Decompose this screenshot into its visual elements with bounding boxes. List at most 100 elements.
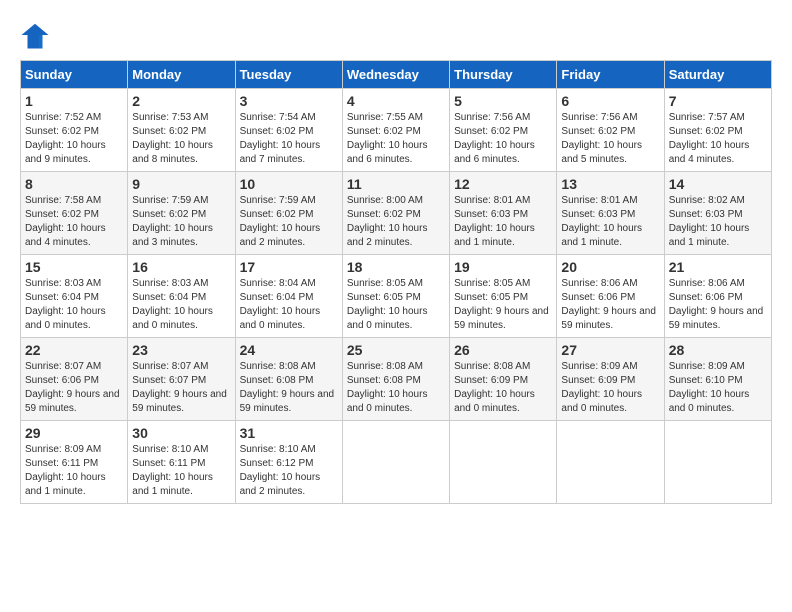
day-info: Sunrise: 7:56 AMSunset: 6:02 PMDaylight:… bbox=[454, 111, 552, 167]
day-number: 22 bbox=[25, 342, 123, 358]
day-cell-20: 20Sunrise: 8:06 AMSunset: 6:06 PMDayligh… bbox=[557, 255, 664, 338]
day-number: 11 bbox=[347, 176, 445, 192]
day-cell-16: 16Sunrise: 8:03 AMSunset: 6:04 PMDayligh… bbox=[128, 255, 235, 338]
day-number: 7 bbox=[669, 93, 767, 109]
day-info: Sunrise: 8:08 AMSunset: 6:08 PMDaylight:… bbox=[240, 360, 338, 416]
day-info: Sunrise: 8:09 AMSunset: 6:11 PMDaylight:… bbox=[25, 443, 123, 499]
day-info: Sunrise: 8:01 AMSunset: 6:03 PMDaylight:… bbox=[561, 194, 659, 250]
calendar-table: SundayMondayTuesdayWednesdayThursdayFrid… bbox=[20, 60, 772, 504]
day-info: Sunrise: 7:58 AMSunset: 6:02 PMDaylight:… bbox=[25, 194, 123, 250]
day-number: 26 bbox=[454, 342, 552, 358]
day-number: 9 bbox=[132, 176, 230, 192]
empty-cell bbox=[557, 421, 664, 504]
day-cell-15: 15 Sunrise: 8:03 AMSunset: 6:04 PMDayligh… bbox=[21, 255, 128, 338]
logo bbox=[20, 20, 54, 50]
day-info: Sunrise: 8:03 AMSunset: 6:04 PMDaylight:… bbox=[25, 277, 123, 333]
day-cell-17: 17 Sunrise: 8:04 AMSunset: 6:04 PMDayligh… bbox=[235, 255, 342, 338]
day-cell-28: 28Sunrise: 8:09 AMSunset: 6:10 PMDayligh… bbox=[664, 338, 771, 421]
day-info: Sunrise: 8:07 AMSunset: 6:07 PMDaylight:… bbox=[132, 360, 230, 416]
empty-cell bbox=[664, 421, 771, 504]
day-cell-5: 5 Sunrise: 7:56 AMSunset: 6:02 PMDaylight… bbox=[450, 89, 557, 172]
weekday-saturday: Saturday bbox=[664, 61, 771, 89]
day-cell-21: 21 Sunrise: 8:06 AMSunset: 6:06 PMDayligh… bbox=[664, 255, 771, 338]
day-cell-10: 10 Sunrise: 7:59 AMSunset: 6:02 PMDayligh… bbox=[235, 172, 342, 255]
logo-icon bbox=[20, 20, 50, 50]
day-cell-7: 7 Sunrise: 7:57 AMSunset: 6:02 PMDaylight… bbox=[664, 89, 771, 172]
day-info: Sunrise: 7:55 AMSunset: 6:02 PMDaylight:… bbox=[347, 111, 445, 167]
empty-cell bbox=[342, 421, 449, 504]
day-number: 4 bbox=[347, 93, 445, 109]
day-number: 31 bbox=[240, 425, 338, 441]
day-cell-23: 23 Sunrise: 8:07 AMSunset: 6:07 PMDayligh… bbox=[128, 338, 235, 421]
day-number: 21 bbox=[669, 259, 767, 275]
day-cell-1: 1 Sunrise: 7:52 AMSunset: 6:02 PMDaylight… bbox=[21, 89, 128, 172]
day-cell-25: 25 Sunrise: 8:08 AMSunset: 6:08 PMDayligh… bbox=[342, 338, 449, 421]
weekday-header-row: SundayMondayTuesdayWednesdayThursdayFrid… bbox=[21, 61, 772, 89]
day-cell-24: 24 Sunrise: 8:08 AMSunset: 6:08 PMDayligh… bbox=[235, 338, 342, 421]
day-info: Sunrise: 7:53 AMSunset: 6:02 PMDaylight:… bbox=[132, 111, 230, 167]
day-cell-11: 11 Sunrise: 8:00 AMSunset: 6:02 PMDayligh… bbox=[342, 172, 449, 255]
empty-cell bbox=[450, 421, 557, 504]
day-cell-4: 4 Sunrise: 7:55 AMSunset: 6:02 PMDaylight… bbox=[342, 89, 449, 172]
day-cell-9: 9 Sunrise: 7:59 AMSunset: 6:02 PMDaylight… bbox=[128, 172, 235, 255]
day-info: Sunrise: 7:57 AMSunset: 6:02 PMDaylight:… bbox=[669, 111, 767, 167]
day-info: Sunrise: 8:10 AMSunset: 6:12 PMDaylight:… bbox=[240, 443, 338, 499]
day-number: 30 bbox=[132, 425, 230, 441]
day-info: Sunrise: 8:07 AMSunset: 6:06 PMDaylight:… bbox=[25, 360, 123, 416]
day-info: Sunrise: 8:06 AMSunset: 6:06 PMDaylight:… bbox=[561, 277, 659, 333]
day-number: 14 bbox=[669, 176, 767, 192]
day-cell-3: 3Sunrise: 7:54 AMSunset: 6:02 PMDaylight… bbox=[235, 89, 342, 172]
day-info: Sunrise: 8:09 AMSunset: 6:10 PMDaylight:… bbox=[669, 360, 767, 416]
weekday-tuesday: Tuesday bbox=[235, 61, 342, 89]
day-info: Sunrise: 8:05 AMSunset: 6:05 PMDaylight:… bbox=[454, 277, 552, 333]
day-cell-29: 29Sunrise: 8:09 AMSunset: 6:11 PMDayligh… bbox=[21, 421, 128, 504]
weekday-sunday: Sunday bbox=[21, 61, 128, 89]
day-info: Sunrise: 8:00 AMSunset: 6:02 PMDaylight:… bbox=[347, 194, 445, 250]
day-cell-2: 2 Sunrise: 7:53 AMSunset: 6:02 PMDaylight… bbox=[128, 89, 235, 172]
weekday-thursday: Thursday bbox=[450, 61, 557, 89]
day-number: 25 bbox=[347, 342, 445, 358]
day-cell-13: 13 Sunrise: 8:01 AMSunset: 6:03 PMDayligh… bbox=[557, 172, 664, 255]
day-info: Sunrise: 8:06 AMSunset: 6:06 PMDaylight:… bbox=[669, 277, 767, 333]
week-row-2: 8Sunrise: 7:58 AMSunset: 6:02 PMDaylight… bbox=[21, 172, 772, 255]
day-number: 10 bbox=[240, 176, 338, 192]
day-info: Sunrise: 7:56 AMSunset: 6:02 PMDaylight:… bbox=[561, 111, 659, 167]
day-info: Sunrise: 8:10 AMSunset: 6:11 PMDaylight:… bbox=[132, 443, 230, 499]
day-number: 19 bbox=[454, 259, 552, 275]
day-info: Sunrise: 8:02 AMSunset: 6:03 PMDaylight:… bbox=[669, 194, 767, 250]
day-number: 13 bbox=[561, 176, 659, 192]
week-row-1: 1 Sunrise: 7:52 AMSunset: 6:02 PMDaylight… bbox=[21, 89, 772, 172]
day-cell-8: 8Sunrise: 7:58 AMSunset: 6:02 PMDaylight… bbox=[21, 172, 128, 255]
day-cell-18: 18 Sunrise: 8:05 AMSunset: 6:05 PMDayligh… bbox=[342, 255, 449, 338]
day-cell-6: 6Sunrise: 7:56 AMSunset: 6:02 PMDaylight… bbox=[557, 89, 664, 172]
day-number: 23 bbox=[132, 342, 230, 358]
day-number: 15 bbox=[25, 259, 123, 275]
day-cell-22: 22 Sunrise: 8:07 AMSunset: 6:06 PMDayligh… bbox=[21, 338, 128, 421]
day-number: 18 bbox=[347, 259, 445, 275]
day-info: Sunrise: 8:03 AMSunset: 6:04 PMDaylight:… bbox=[132, 277, 230, 333]
day-number: 24 bbox=[240, 342, 338, 358]
day-info: Sunrise: 7:59 AMSunset: 6:02 PMDaylight:… bbox=[240, 194, 338, 250]
day-number: 2 bbox=[132, 93, 230, 109]
day-cell-12: 12 Sunrise: 8:01 AMSunset: 6:03 PMDayligh… bbox=[450, 172, 557, 255]
day-number: 17 bbox=[240, 259, 338, 275]
day-cell-26: 26 Sunrise: 8:08 AMSunset: 6:09 PMDayligh… bbox=[450, 338, 557, 421]
day-info: Sunrise: 8:01 AMSunset: 6:03 PMDaylight:… bbox=[454, 194, 552, 250]
day-info: Sunrise: 7:59 AMSunset: 6:02 PMDaylight:… bbox=[132, 194, 230, 250]
day-info: Sunrise: 8:09 AMSunset: 6:09 PMDaylight:… bbox=[561, 360, 659, 416]
week-row-4: 22 Sunrise: 8:07 AMSunset: 6:06 PMDayligh… bbox=[21, 338, 772, 421]
calendar-body: 1 Sunrise: 7:52 AMSunset: 6:02 PMDaylight… bbox=[21, 89, 772, 504]
day-number: 12 bbox=[454, 176, 552, 192]
day-number: 1 bbox=[25, 93, 123, 109]
day-info: Sunrise: 7:52 AMSunset: 6:02 PMDaylight:… bbox=[25, 111, 123, 167]
weekday-wednesday: Wednesday bbox=[342, 61, 449, 89]
day-info: Sunrise: 8:08 AMSunset: 6:09 PMDaylight:… bbox=[454, 360, 552, 416]
day-info: Sunrise: 8:05 AMSunset: 6:05 PMDaylight:… bbox=[347, 277, 445, 333]
day-info: Sunrise: 8:08 AMSunset: 6:08 PMDaylight:… bbox=[347, 360, 445, 416]
week-row-3: 15 Sunrise: 8:03 AMSunset: 6:04 PMDayligh… bbox=[21, 255, 772, 338]
day-cell-19: 19 Sunrise: 8:05 AMSunset: 6:05 PMDayligh… bbox=[450, 255, 557, 338]
day-cell-31: 31 Sunrise: 8:10 AMSunset: 6:12 PMDayligh… bbox=[235, 421, 342, 504]
day-number: 5 bbox=[454, 93, 552, 109]
day-cell-30: 30 Sunrise: 8:10 AMSunset: 6:11 PMDayligh… bbox=[128, 421, 235, 504]
day-info: Sunrise: 8:04 AMSunset: 6:04 PMDaylight:… bbox=[240, 277, 338, 333]
